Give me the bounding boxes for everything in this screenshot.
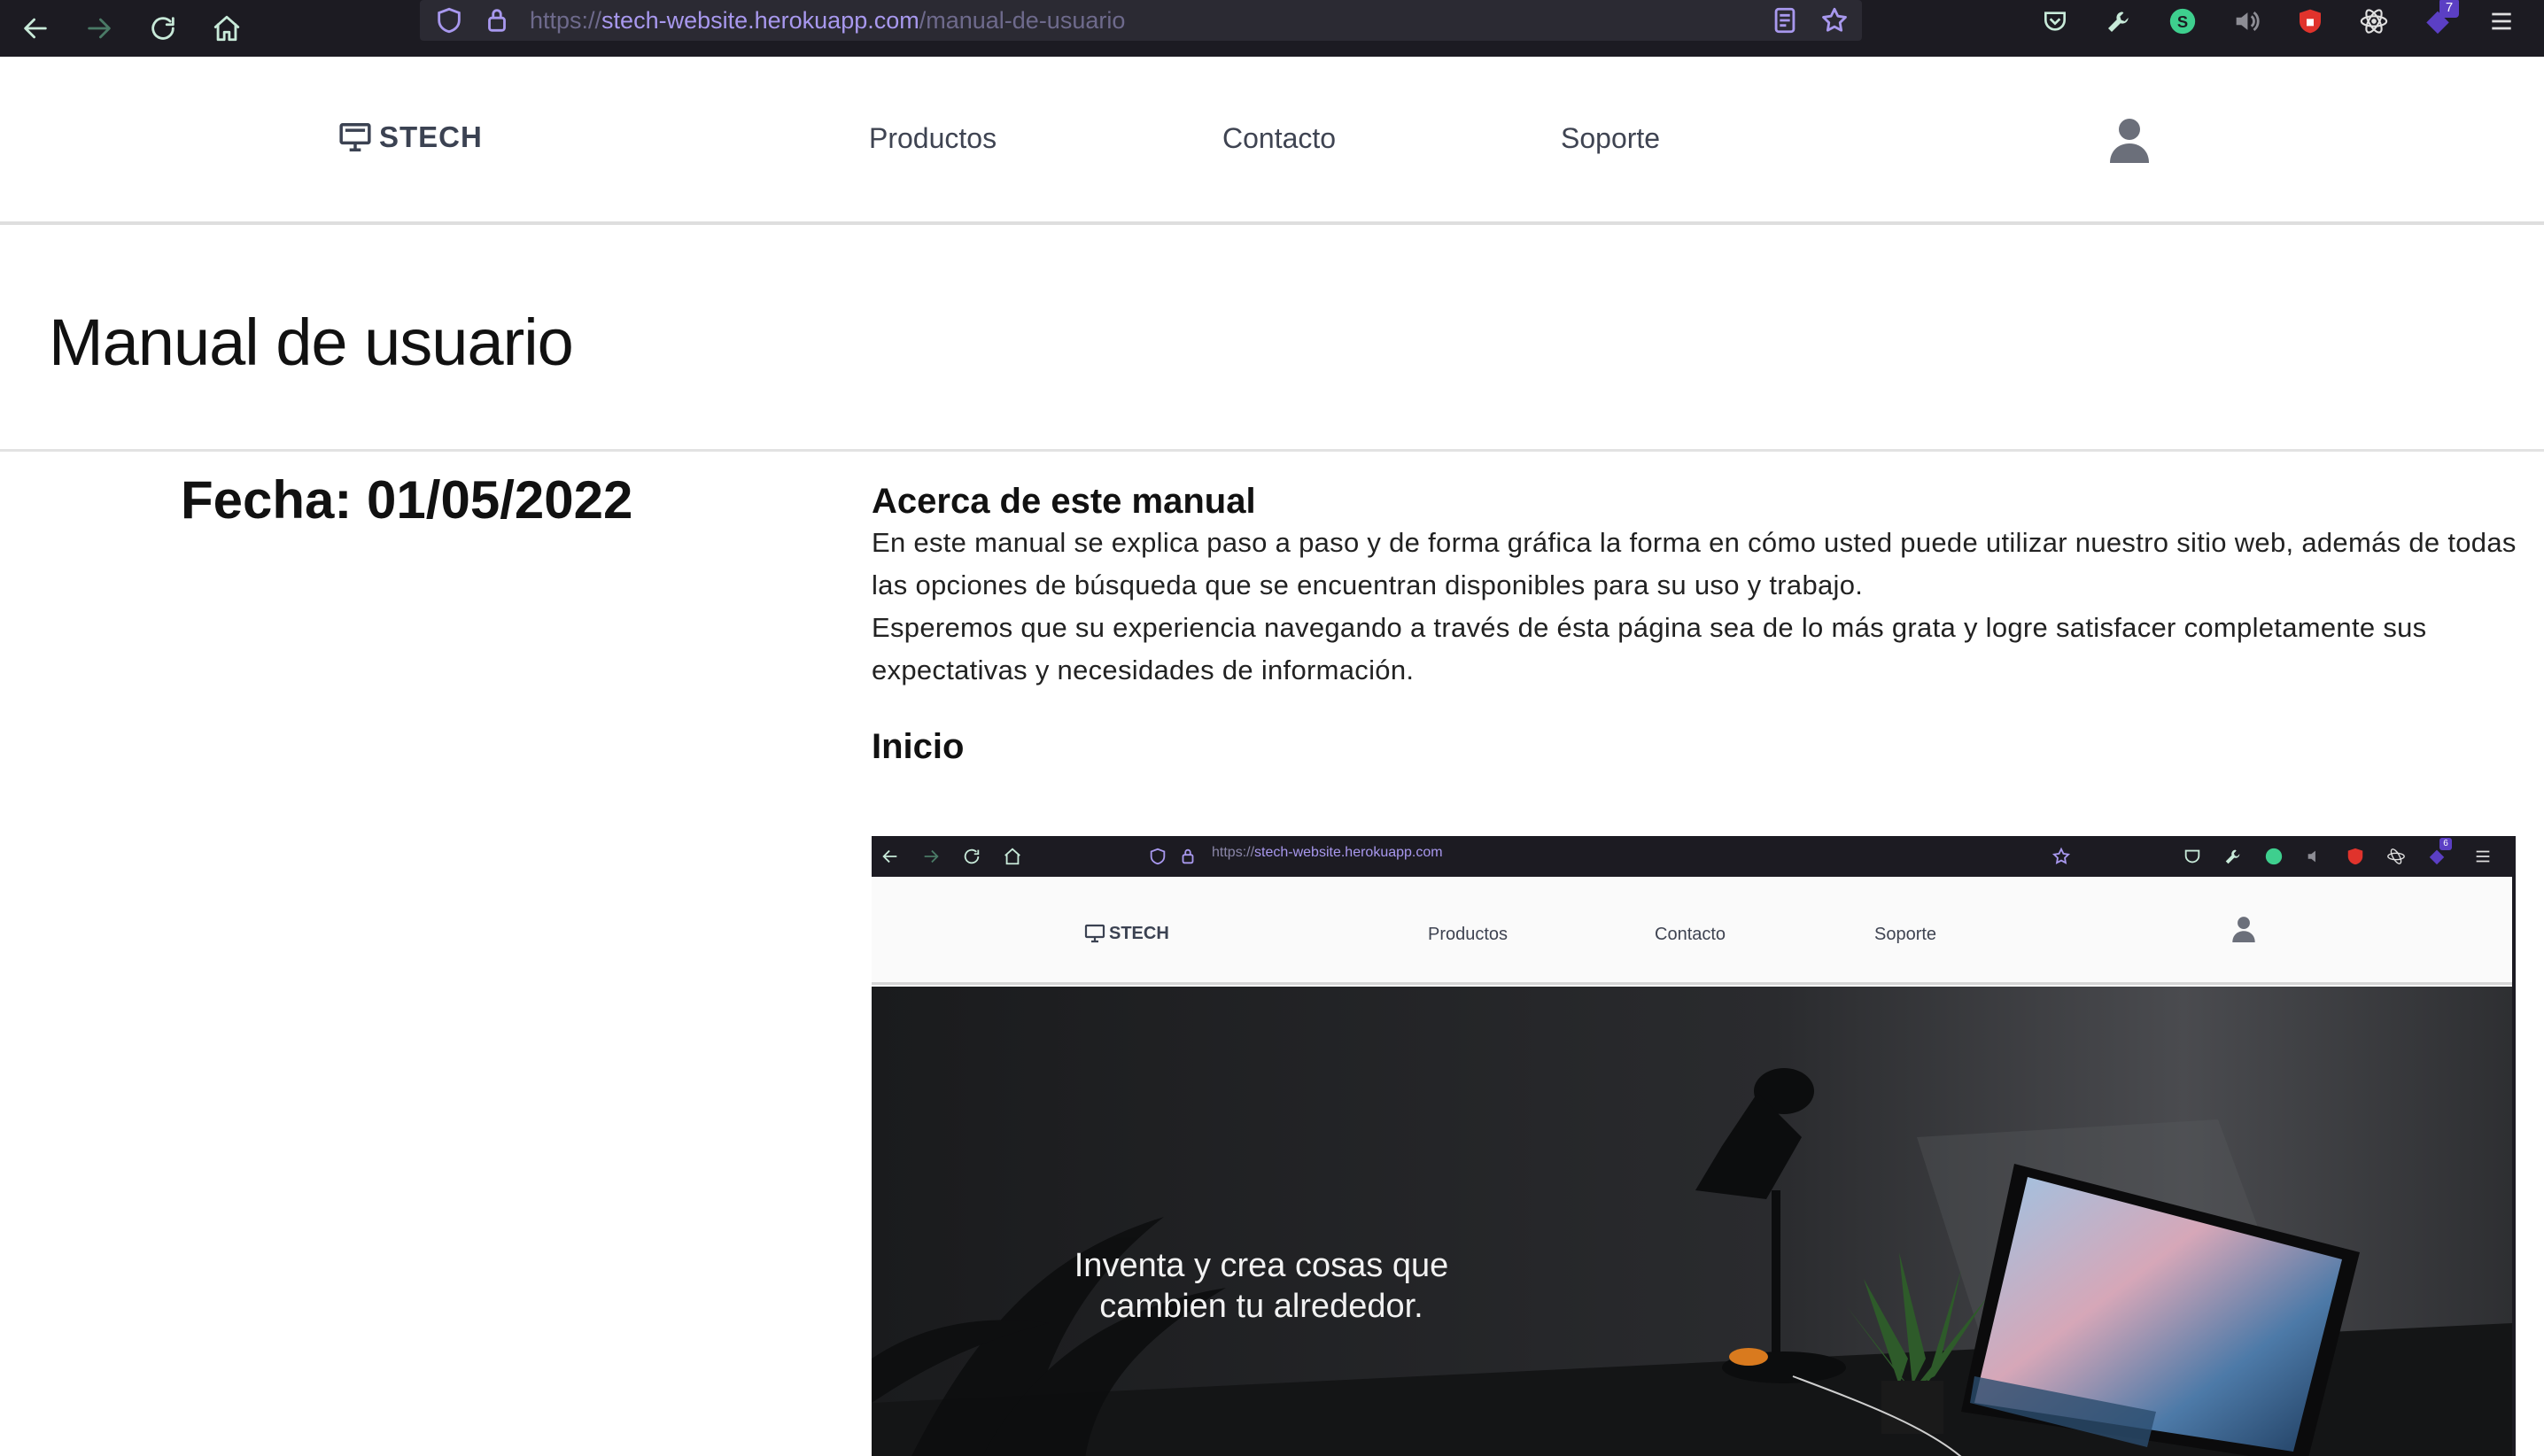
s-extension-icon	[2265, 848, 2283, 865]
about-title: Acerca de este manual	[872, 482, 1256, 521]
screenshot-nav-productos: Productos	[1428, 925, 1509, 944]
screenshot-nav-soporte: Soporte	[1874, 925, 1937, 944]
shield-icon[interactable]	[434, 5, 464, 35]
inicio-screenshot: https://stech-website.herokuapp.com 6 ST…	[872, 836, 2516, 1456]
screenshot-nav-contacto: Contacto	[1655, 925, 1726, 944]
lock-icon	[1182, 848, 1194, 864]
menu-icon[interactable]	[2484, 4, 2519, 39]
url-text[interactable]: https://stech-website.herokuapp.com/manu…	[530, 7, 1125, 35]
nav-soporte[interactable]: Soporte	[1561, 122, 1660, 155]
screenshot-logo: STECH	[1084, 923, 1169, 944]
screenshot-edge	[2512, 877, 2516, 1456]
page-title-section: Manual de usuario	[0, 225, 2544, 452]
badge-count: 7	[2439, 0, 2459, 18]
hero-text: Inventa y crea cosas que cambien tu alre…	[1074, 1247, 1449, 1325]
speaker-icon[interactable]	[2229, 4, 2264, 39]
pocket-icon[interactable]	[2037, 4, 2073, 39]
s-extension-icon[interactable]: S	[2165, 4, 2200, 39]
nav-contacto[interactable]: Contacto	[1222, 122, 1336, 155]
forward-button[interactable]	[71, 0, 128, 57]
arrow-right-icon	[924, 849, 939, 864]
pocket-icon	[2184, 849, 2200, 864]
screenshot-browser-toolbar: https://stech-website.herokuapp.com 6	[872, 836, 2516, 877]
logo-text: STECH	[379, 120, 483, 153]
back-button[interactable]	[7, 0, 64, 57]
reload-icon	[964, 848, 980, 864]
monitor-icon	[1084, 924, 1105, 943]
reader-view-icon[interactable]	[1770, 5, 1800, 35]
bookmark-star-icon	[2051, 847, 2071, 864]
home-button[interactable]	[198, 0, 255, 57]
reload-icon	[151, 17, 175, 40]
page-title: Manual de usuario	[49, 306, 574, 379]
menu-icon	[2476, 850, 2490, 863]
user-account-icon	[2232, 917, 2255, 942]
svg-text:S: S	[2177, 12, 2188, 31]
react-devtools-icon[interactable]	[2356, 4, 2392, 39]
inicio-title: Inicio	[872, 727, 965, 766]
screenshot-url-text: https://stech-website.herokuapp.com	[1212, 845, 1443, 860]
about-paragraph-1: En este manual se explica paso a paso y …	[872, 527, 2517, 600]
arrow-left-icon	[24, 18, 47, 39]
lock-icon[interactable]	[482, 5, 512, 35]
about-paragraph-2: Esperemos que su experiencia navegando a…	[872, 612, 2427, 685]
nav-productos[interactable]: Productos	[869, 122, 997, 155]
speaker-icon	[2307, 850, 2315, 863]
browser-toolbar: https://stech-website.herokuapp.com/manu…	[0, 0, 2544, 57]
user-account-icon[interactable]	[2110, 117, 2149, 163]
screenshot-badge-count: 6	[2439, 838, 2452, 850]
adblock-shield-icon	[2347, 848, 2363, 865]
reload-button[interactable]	[135, 0, 191, 57]
manual-content: Acerca de este manual En este manual se …	[872, 482, 2519, 767]
bookmark-star-icon[interactable]	[1819, 5, 1850, 35]
notification-extension-icon[interactable]: 7	[2420, 0, 2459, 39]
screenshot-site-header: STECH Productos Contacto Soporte	[872, 877, 2516, 985]
wrench-icon[interactable]	[2101, 4, 2137, 39]
react-devtools-icon	[2387, 848, 2405, 864]
hero-banner-image: Inventa y crea cosas que cambien tu alre…	[872, 987, 2512, 1456]
site-header: STECH Productos Contacto Soporte	[0, 57, 2544, 225]
wrench-icon	[2225, 849, 2240, 864]
screenshot-logo-text: STECH	[1109, 923, 1169, 943]
home-icon	[213, 15, 240, 42]
arrow-left-icon	[882, 849, 897, 864]
adblock-shield-icon[interactable]	[2292, 4, 2328, 39]
shield-icon	[1150, 848, 1166, 865]
home-icon	[1004, 848, 1020, 865]
desk-scene-illustration	[872, 987, 2512, 1456]
arrow-right-icon	[88, 18, 111, 39]
monitor-icon	[339, 123, 371, 151]
stech-logo[interactable]: STECH	[338, 120, 483, 154]
manual-date: Fecha: 01/05/2022	[181, 470, 633, 530]
